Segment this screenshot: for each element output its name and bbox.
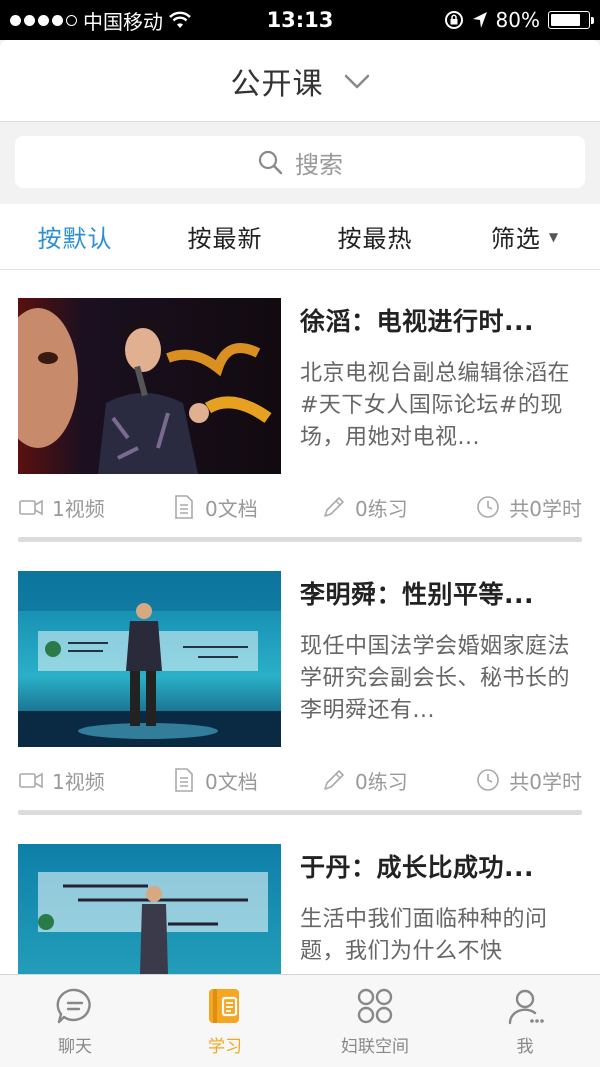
tab-filter[interactable]: 筛选 ▼: [450, 219, 600, 254]
speaker-photo: [18, 571, 281, 747]
study-book-icon: [209, 988, 239, 1023]
stat-label: 1视频: [52, 769, 105, 794]
document-count: 0文档: [171, 493, 321, 522]
tab-label: 筛选: [490, 225, 541, 253]
card-divider: [18, 537, 582, 542]
tab-sort-default[interactable]: 按默认: [0, 219, 150, 254]
course-description: 现任中国法学会婚姻家庭法学研究会副会长、秘书长的李明舜还有...: [300, 634, 571, 723]
status-bar-right: 80%: [444, 8, 594, 32]
exercise-count: 0练习: [321, 493, 471, 522]
tab-label: 按最新: [187, 225, 263, 253]
tabbar-item-chat[interactable]: 聊天: [0, 975, 150, 1067]
course-card[interactable]: 李明舜：性别平等... 现任中国法学会婚姻家庭法学研究会副会长、秘书长的李明舜还…: [0, 543, 600, 816]
speaker-photo: [18, 298, 281, 474]
course-stats: 1视频 0文档 0练习 共0学时: [18, 492, 582, 522]
grid-space-icon: [357, 988, 393, 1023]
battery-icon: [548, 11, 594, 29]
tabbar-item-me[interactable]: 我: [450, 975, 600, 1067]
course-thumbnail[interactable]: [18, 844, 281, 974]
speaker-photo: [18, 844, 281, 974]
document-icon: [175, 768, 193, 792]
clock-icon: [477, 769, 500, 791]
caret-down-icon: ▼: [548, 229, 560, 244]
course-thumbnail[interactable]: [18, 298, 281, 474]
stat-label: 共0学时: [509, 769, 582, 794]
rotation-lock-icon: [444, 11, 463, 29]
course-title[interactable]: 于丹：成长比成功...: [300, 848, 585, 884]
course-title[interactable]: 徐滔：电视进行时...: [300, 302, 585, 338]
location-arrow-icon: [472, 12, 487, 28]
study-hours: 共0学时: [471, 493, 582, 522]
video-count: 1视频: [18, 493, 171, 522]
clock-icon: [477, 496, 500, 518]
video-count: 1视频: [18, 766, 171, 795]
study-hours: 共0学时: [471, 766, 582, 795]
wifi-icon: [169, 11, 191, 28]
document-count: 0文档: [171, 766, 321, 795]
tab-sort-hottest[interactable]: 按最热: [300, 219, 450, 254]
search-input[interactable]: 搜索: [15, 136, 585, 188]
battery-level-fill: [551, 14, 580, 26]
tabbar-item-study[interactable]: 学习: [150, 975, 300, 1067]
card-divider: [18, 810, 582, 815]
chevron-down-icon[interactable]: [344, 68, 370, 94]
stat-label: 1视频: [52, 496, 105, 521]
search-icon: [258, 150, 283, 175]
search-container: 搜索: [0, 122, 600, 204]
course-title[interactable]: 李明舜：性别平等...: [300, 575, 585, 611]
stat-label: 0文档: [205, 496, 258, 521]
page-title[interactable]: 公开课: [231, 59, 324, 103]
video-camera-icon: [19, 499, 43, 516]
course-card[interactable]: 于丹：成长比成功... 生活中我们面临种种的问题，我们为什么不快: [0, 816, 600, 974]
document-icon: [175, 495, 193, 519]
profile-icon: [508, 989, 544, 1024]
carrier-name: 中国移动: [83, 9, 163, 34]
sort-tabs: 按默认 按最新 按最热 筛选 ▼: [0, 204, 600, 270]
status-bar-left: 中国移动: [10, 6, 191, 35]
signal-strength-icon: [10, 14, 77, 26]
tabbar-label: 妇联空间: [341, 1036, 409, 1057]
course-card[interactable]: 徐滔：电视进行时... 北京电视台副总编辑徐滔在#天下女人国际论坛#的现场，用她…: [0, 270, 600, 543]
pencil-icon: [324, 770, 344, 790]
status-bar: 中国移动 13:13 80%: [0, 0, 600, 40]
tabbar-label: 聊天: [58, 1036, 92, 1057]
tab-label: 按最热: [337, 225, 413, 253]
chat-icon: [56, 988, 91, 1023]
bottom-tab-bar: 聊天 学习 妇联空间 我: [0, 974, 600, 1067]
course-stats: 1视频 0文档 0练习 共0学时: [18, 765, 582, 795]
course-list[interactable]: 徐滔：电视进行时... 北京电视台副总编辑徐滔在#天下女人国际论坛#的现场，用她…: [0, 270, 600, 974]
course-description: 生活中我们面临种种的问题，我们为什么不快: [300, 907, 548, 964]
pencil-icon: [324, 497, 344, 517]
stat-label: 0练习: [355, 496, 408, 521]
battery-percent: 80%: [495, 8, 540, 32]
exercise-count: 0练习: [321, 766, 471, 795]
stat-label: 0文档: [205, 769, 258, 794]
course-description: 北京电视台副总编辑徐滔在#天下女人国际论坛#的现场，用她对电视...: [300, 361, 571, 450]
tabbar-label: 我: [516, 1036, 534, 1057]
nav-header[interactable]: 公开课: [0, 40, 600, 122]
course-thumbnail[interactable]: [18, 571, 281, 747]
stat-label: 0练习: [355, 769, 408, 794]
tabbar-item-space[interactable]: 妇联空间: [300, 975, 450, 1067]
video-camera-icon: [19, 772, 43, 789]
tab-label: 按默认: [37, 225, 113, 253]
tabbar-label: 学习: [208, 1036, 242, 1057]
tab-sort-newest[interactable]: 按最新: [150, 219, 300, 254]
search-placeholder: 搜索: [295, 150, 343, 179]
stat-label: 共0学时: [509, 496, 582, 521]
